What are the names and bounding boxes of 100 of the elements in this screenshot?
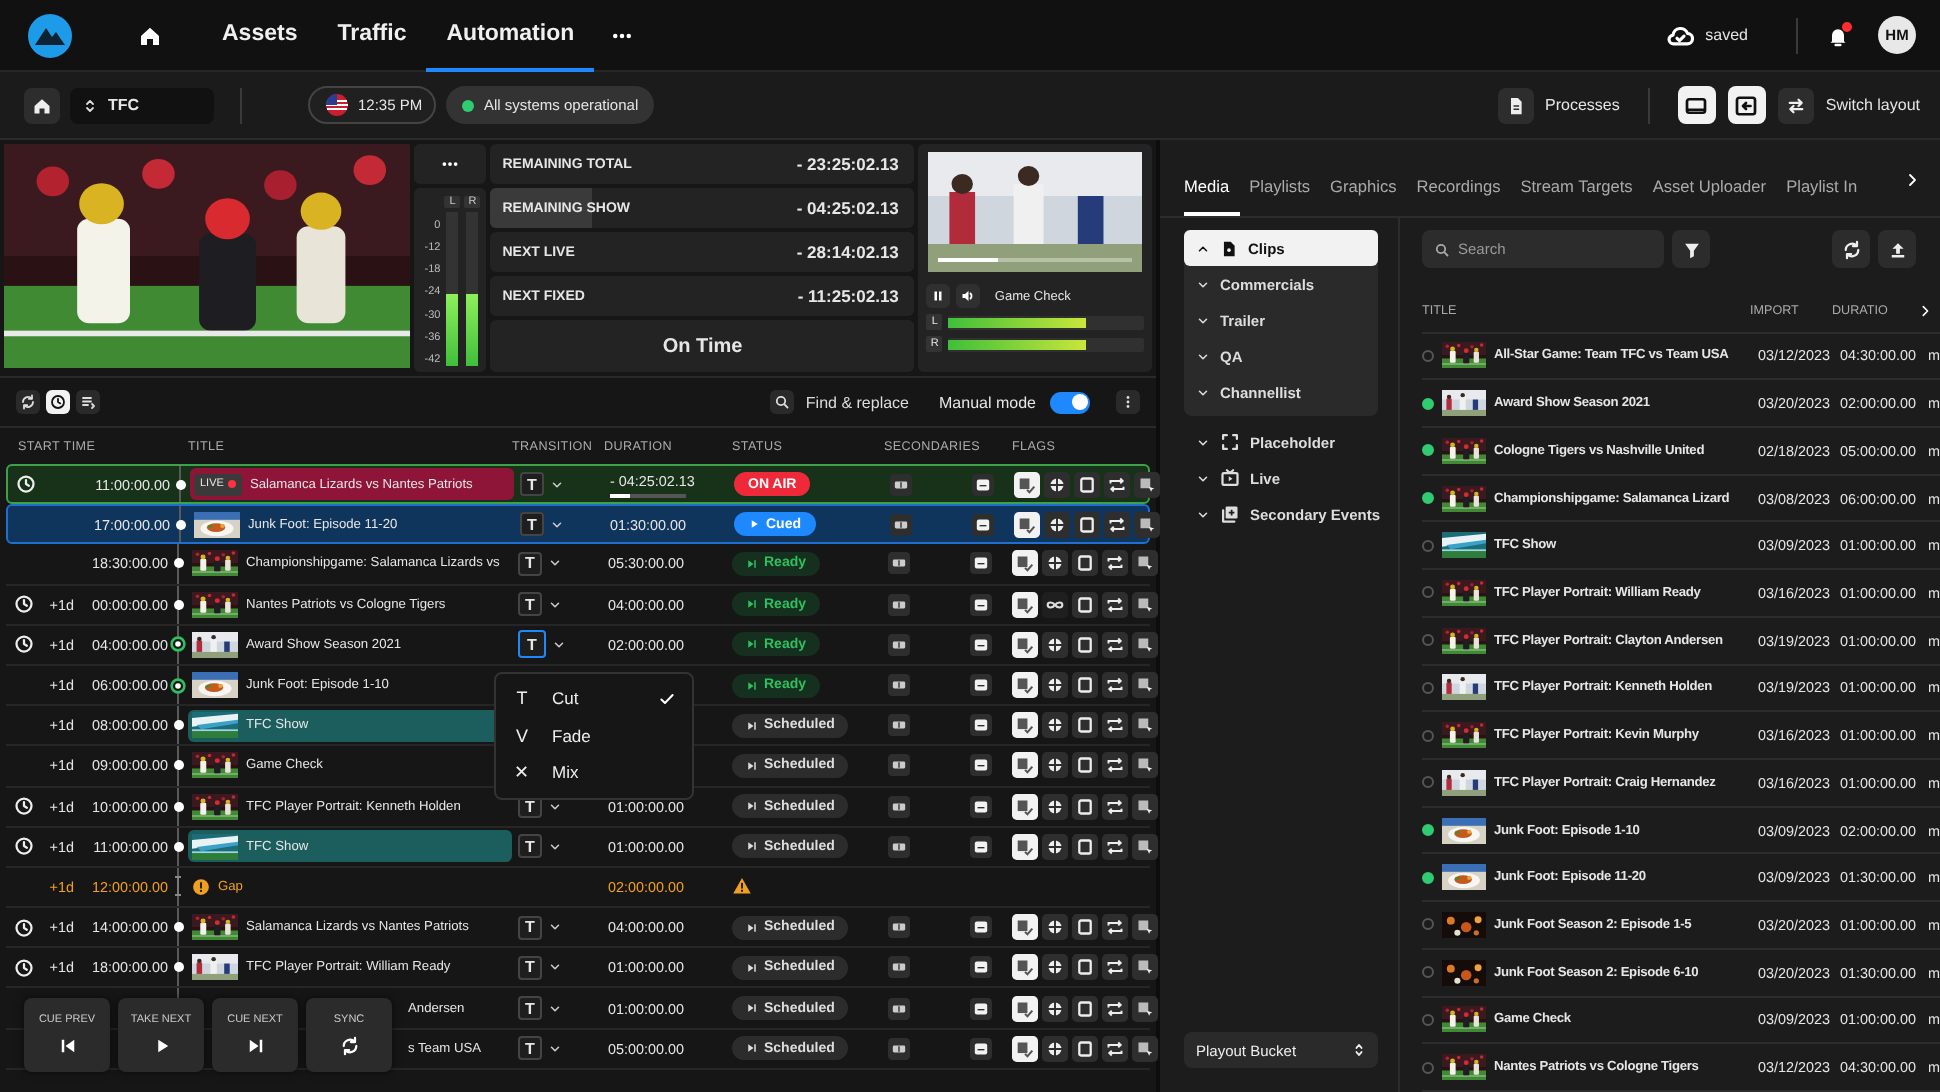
chevron-down-icon[interactable] xyxy=(548,960,562,975)
subtitle-icon[interactable] xyxy=(888,754,910,777)
graphic-icon[interactable] xyxy=(970,835,992,858)
subtitle-icon[interactable] xyxy=(888,956,910,979)
chevron-down-icon[interactable] xyxy=(548,799,562,814)
edit-flag-icon[interactable] xyxy=(1012,712,1038,739)
target-icon[interactable] xyxy=(1042,995,1068,1022)
graphic-icon[interactable] xyxy=(970,997,992,1020)
graphic-icon[interactable] xyxy=(970,552,992,575)
nav-tab[interactable]: Traffic xyxy=(317,0,427,71)
graphic-icon[interactable] xyxy=(970,956,992,979)
square-icon[interactable] xyxy=(1072,914,1098,941)
repeat-icon[interactable] xyxy=(1102,550,1128,577)
graphic-icon[interactable] xyxy=(970,674,992,697)
repeat-icon[interactable] xyxy=(1102,833,1128,860)
transition-button[interactable]: T xyxy=(518,955,542,980)
panel-tab[interactable]: Playlist In xyxy=(1786,176,1868,216)
bell-icon[interactable] xyxy=(1826,23,1850,47)
repeat-icon[interactable] xyxy=(1102,672,1128,699)
target-icon[interactable] xyxy=(1042,1035,1068,1062)
menu-item[interactable]: V Fade xyxy=(496,717,692,754)
subtitle-icon[interactable] xyxy=(888,552,910,575)
edit-flag-icon[interactable] xyxy=(1012,793,1038,820)
target-icon[interactable] xyxy=(1042,550,1068,577)
transition-button[interactable]: T xyxy=(518,592,542,617)
cursor-icon[interactable] xyxy=(1132,995,1158,1022)
transition-button[interactable]: T xyxy=(520,512,544,537)
processes-icon-button[interactable] xyxy=(1497,87,1533,123)
cursor-icon[interactable] xyxy=(1132,914,1158,941)
refresh-view-button[interactable] xyxy=(16,390,40,414)
upload-button[interactable] xyxy=(1878,230,1916,268)
subtitle-icon[interactable] xyxy=(890,513,912,536)
edit-flag-icon[interactable] xyxy=(1012,995,1038,1022)
subtitle-icon[interactable] xyxy=(888,1037,910,1060)
repeat-icon[interactable] xyxy=(1104,511,1130,538)
target-icon[interactable] xyxy=(1044,511,1070,538)
cursor-icon[interactable] xyxy=(1134,511,1160,538)
edit-flag-icon[interactable] xyxy=(1014,511,1040,538)
graphic-icon[interactable] xyxy=(970,1037,992,1060)
subtitle-icon[interactable] xyxy=(888,714,910,737)
edit-flag-icon[interactable] xyxy=(1012,833,1038,860)
subtitle-icon[interactable] xyxy=(888,997,910,1020)
volume-button[interactable] xyxy=(956,284,981,308)
cursor-icon[interactable] xyxy=(1132,793,1158,820)
menu-item[interactable]: ✕ Mix xyxy=(496,754,692,791)
panel-tab[interactable]: Graphics xyxy=(1330,176,1407,216)
target-icon[interactable] xyxy=(1042,631,1068,658)
cursor-icon[interactable] xyxy=(1132,752,1158,779)
chevron-down-icon[interactable] xyxy=(548,1001,562,1016)
transition-button[interactable]: T xyxy=(518,551,542,576)
switch-layout-icon-button[interactable] xyxy=(1777,87,1814,123)
repeat-icon[interactable] xyxy=(1102,954,1128,981)
graphic-icon[interactable] xyxy=(970,633,992,656)
square-icon[interactable] xyxy=(1072,833,1098,860)
graphic-icon[interactable] xyxy=(970,916,992,939)
subtitle-icon[interactable] xyxy=(888,633,910,656)
panel-tab[interactable]: Media xyxy=(1184,176,1240,216)
home-icon[interactable] xyxy=(138,23,162,47)
subtitle-icon[interactable] xyxy=(888,835,910,858)
refresh-button[interactable] xyxy=(1832,230,1870,268)
edit-flag-icon[interactable] xyxy=(1012,954,1038,981)
chevron-down-icon[interactable] xyxy=(548,1041,562,1056)
graphic-icon[interactable] xyxy=(970,754,992,777)
repeat-icon[interactable] xyxy=(1102,712,1128,739)
target-icon[interactable] xyxy=(1042,833,1068,860)
home-button[interactable] xyxy=(24,87,60,123)
edit-flag-icon[interactable] xyxy=(1012,672,1038,699)
chevron-down-icon[interactable] xyxy=(550,517,564,532)
repeat-icon[interactable] xyxy=(1102,631,1128,658)
target-icon[interactable] xyxy=(1042,672,1068,699)
subtitle-icon[interactable] xyxy=(888,593,910,616)
graphic-icon[interactable] xyxy=(970,714,992,737)
chevron-down-icon[interactable] xyxy=(552,637,566,652)
square-icon[interactable] xyxy=(1072,995,1098,1022)
chevron-down-icon[interactable] xyxy=(548,597,562,612)
transition-button[interactable]: T xyxy=(518,1036,542,1061)
cursor-icon[interactable] xyxy=(1132,550,1158,577)
target-icon[interactable] xyxy=(1042,752,1068,779)
square-icon[interactable] xyxy=(1072,1035,1098,1062)
square-icon[interactable] xyxy=(1072,793,1098,820)
edit-flag-icon[interactable] xyxy=(1012,914,1038,941)
panel-tab[interactable]: Playlists xyxy=(1249,176,1321,216)
cursor-icon[interactable] xyxy=(1132,1035,1158,1062)
chevron-down-icon[interactable] xyxy=(548,920,562,935)
repeat-icon[interactable] xyxy=(1102,1035,1128,1062)
panel-tab[interactable]: Stream Targets xyxy=(1520,176,1643,216)
square-icon[interactable] xyxy=(1072,631,1098,658)
graphic-icon[interactable] xyxy=(970,795,992,818)
repeat-icon[interactable] xyxy=(1102,914,1128,941)
target-icon[interactable] xyxy=(1042,712,1068,739)
cursor-icon[interactable] xyxy=(1132,672,1158,699)
subtitle-icon[interactable] xyxy=(888,916,910,939)
layout-button[interactable] xyxy=(1677,86,1716,124)
graphic-icon[interactable] xyxy=(972,473,994,496)
switch-layout-label[interactable]: Switch layout xyxy=(1825,96,1920,114)
graphic-icon[interactable] xyxy=(970,593,992,616)
subtitle-icon[interactable] xyxy=(888,674,910,697)
subtitle-icon[interactable] xyxy=(888,795,910,818)
square-icon[interactable] xyxy=(1072,672,1098,699)
edit-flag-icon[interactable] xyxy=(1012,591,1038,618)
